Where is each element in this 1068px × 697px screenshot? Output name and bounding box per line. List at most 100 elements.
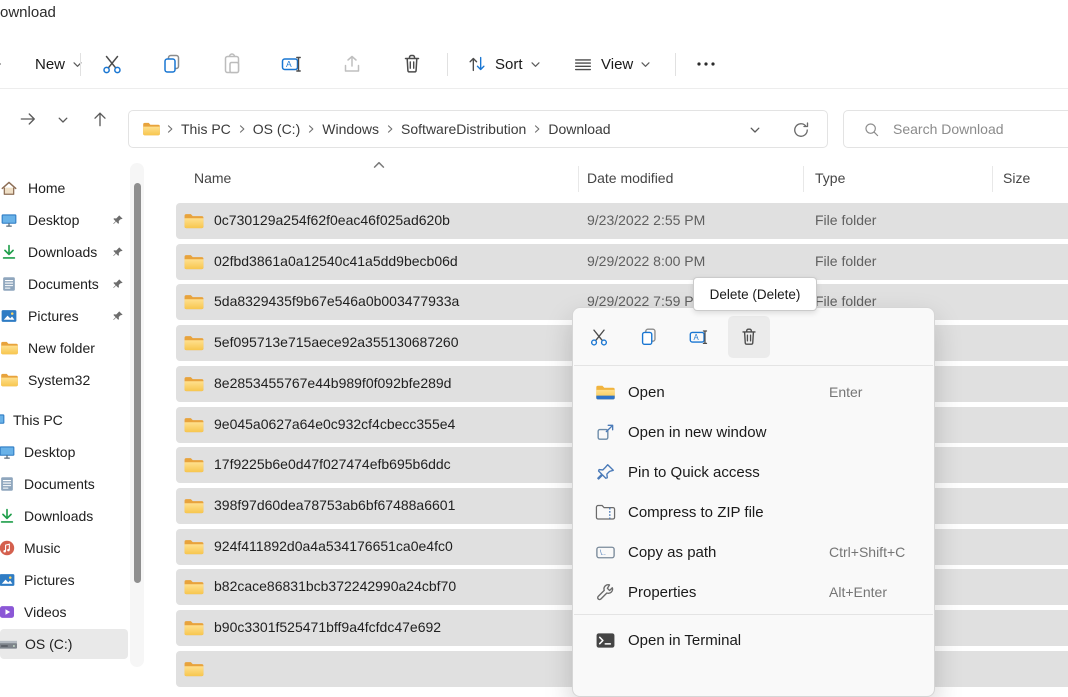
pin-icon [595, 462, 616, 483]
breadcrumb-download[interactable]: Download [546, 121, 612, 137]
column-divider[interactable] [992, 166, 993, 192]
sidebar-item-pc-music[interactable]: Music [0, 533, 128, 563]
folder-icon [183, 619, 205, 637]
rename-icon [688, 326, 710, 348]
breadcrumb-os-c[interactable]: OS (C:) [251, 121, 302, 137]
documents-icon [0, 275, 18, 293]
sidebar-scrollbar-thumb[interactable] [134, 183, 141, 583]
column-header-name[interactable]: Name [194, 170, 231, 186]
sidebar-item-home[interactable]: Home [0, 173, 128, 203]
context-delete-button[interactable] [728, 316, 770, 358]
wrench-icon [595, 582, 616, 603]
context-menu-item-open-in-terminal[interactable]: Open in Terminal [577, 620, 930, 660]
toolbar-separator [447, 53, 448, 76]
sidebar-item-this-pc[interactable]: This PC [0, 405, 128, 435]
new-button[interactable]: New [0, 40, 83, 88]
folder-icon [183, 334, 205, 352]
context-menu-item-open-in-new-window[interactable]: Open in new window [577, 412, 930, 452]
plus-icon [0, 55, 4, 73]
breadcrumb-windows[interactable]: Windows [320, 121, 381, 137]
pin-icon [112, 214, 124, 226]
forward-button[interactable] [18, 109, 38, 129]
pictures-icon [0, 307, 18, 325]
column-header-date-modified[interactable]: Date modified [587, 170, 673, 186]
folder-icon [183, 456, 205, 474]
search-input[interactable] [891, 120, 1045, 138]
open-new-window-icon [595, 422, 616, 443]
breadcrumb-chevron-icon[interactable] [532, 124, 542, 134]
column-header-type[interactable]: Type [815, 170, 845, 186]
search-box[interactable] [843, 110, 1068, 148]
command-toolbar: New Sort View [0, 40, 1068, 89]
sidebar-item-pc-downloads[interactable]: Downloads [0, 501, 128, 531]
sidebar-item-new-folder[interactable]: New folder [0, 333, 128, 363]
sidebar-item-documents[interactable]: Documents [0, 269, 128, 299]
breadcrumb-chevron-icon[interactable] [165, 124, 175, 134]
sidebar-item-pc-desktop[interactable]: Desktop [0, 437, 128, 467]
sidebar-item-desktop[interactable]: Desktop [0, 205, 128, 235]
folder-icon [183, 293, 205, 311]
address-row: This PC OS (C:) Windows SoftwareDistribu… [0, 89, 1068, 160]
context-copy-button[interactable] [628, 316, 670, 358]
folder-icon [183, 497, 205, 515]
computer-icon [0, 411, 6, 429]
delete-icon [400, 52, 424, 76]
view-button[interactable]: View [572, 40, 651, 88]
recent-locations-button[interactable] [57, 114, 69, 126]
view-button-label: View [601, 56, 633, 73]
context-cut-button[interactable] [578, 316, 620, 358]
context-menu-item-open[interactable]: Open Enter [577, 372, 930, 412]
sidebar-item-pc-pictures[interactable]: Pictures [0, 565, 128, 595]
sidebar-item-pc-documents[interactable]: Documents [0, 469, 128, 499]
toolbar-separator [675, 53, 676, 76]
context-menu-item-copy-as-path[interactable]: Copy as path Ctrl+Shift+C [577, 532, 930, 572]
folder-icon [183, 416, 205, 434]
desktop-icon [0, 211, 18, 229]
sort-button-label: Sort [495, 56, 523, 73]
column-divider[interactable] [578, 166, 579, 192]
cut-icon [100, 52, 124, 76]
sidebar-item-system32[interactable]: System32 [0, 365, 128, 395]
copy-button[interactable] [160, 40, 184, 88]
breadcrumb-chevron-icon[interactable] [306, 124, 316, 134]
breadcrumb-chevron-icon[interactable] [237, 124, 247, 134]
context-rename-button[interactable] [678, 316, 720, 358]
new-button-label: New [35, 56, 65, 73]
folder-icon [183, 660, 205, 678]
context-menu-item-pin-to-quick-access[interactable]: Pin to Quick access [577, 452, 930, 492]
address-bar[interactable]: This PC OS (C:) Windows SoftwareDistribu… [128, 110, 828, 148]
sort-button[interactable]: Sort [466, 40, 541, 88]
window-title: ownload [0, 4, 56, 21]
menu-separator [574, 365, 933, 366]
address-dropdown-button[interactable] [749, 124, 761, 136]
videos-icon [0, 603, 16, 621]
downloads-icon [0, 243, 18, 261]
rename-button[interactable] [280, 40, 304, 88]
column-header-size[interactable]: Size [1003, 170, 1030, 186]
sidebar-item-pc-videos[interactable]: Videos [0, 597, 128, 627]
sort-ascending-icon [372, 158, 386, 172]
refresh-button[interactable] [791, 120, 811, 140]
paste-icon [220, 52, 244, 76]
more-options-button[interactable] [694, 40, 718, 88]
share-button[interactable] [340, 40, 364, 88]
breadcrumb-softwaredistribution[interactable]: SoftwareDistribution [399, 121, 528, 137]
up-button[interactable] [90, 109, 110, 129]
breadcrumb-this-pc[interactable]: This PC [179, 121, 233, 137]
menu-separator [574, 614, 933, 615]
search-icon [863, 121, 880, 138]
sidebar-item-pictures[interactable]: Pictures [0, 301, 128, 331]
cut-button[interactable] [100, 40, 124, 88]
breadcrumb-chevron-icon[interactable] [385, 124, 395, 134]
column-divider[interactable] [803, 166, 804, 192]
context-menu-item-compress-to-zip[interactable]: Compress to ZIP file [577, 492, 930, 532]
sidebar-item-os-c[interactable]: OS (C:) [0, 629, 128, 659]
table-row[interactable]: 02fbd3861a0a12540c41a5dd9becb06d 9/29/20… [176, 244, 1068, 280]
delete-button[interactable] [400, 40, 424, 88]
sidebar-item-downloads[interactable]: Downloads [0, 237, 128, 267]
context-menu-item-properties[interactable]: Properties Alt+Enter [577, 572, 930, 612]
table-row[interactable]: 0c730129a254f62f0eac46f025ad620b 9/23/20… [176, 203, 1068, 239]
refresh-icon [791, 120, 811, 140]
paste-button[interactable] [220, 40, 244, 88]
context-menu: Open Enter Open in new window Pin to Qui… [572, 307, 935, 697]
